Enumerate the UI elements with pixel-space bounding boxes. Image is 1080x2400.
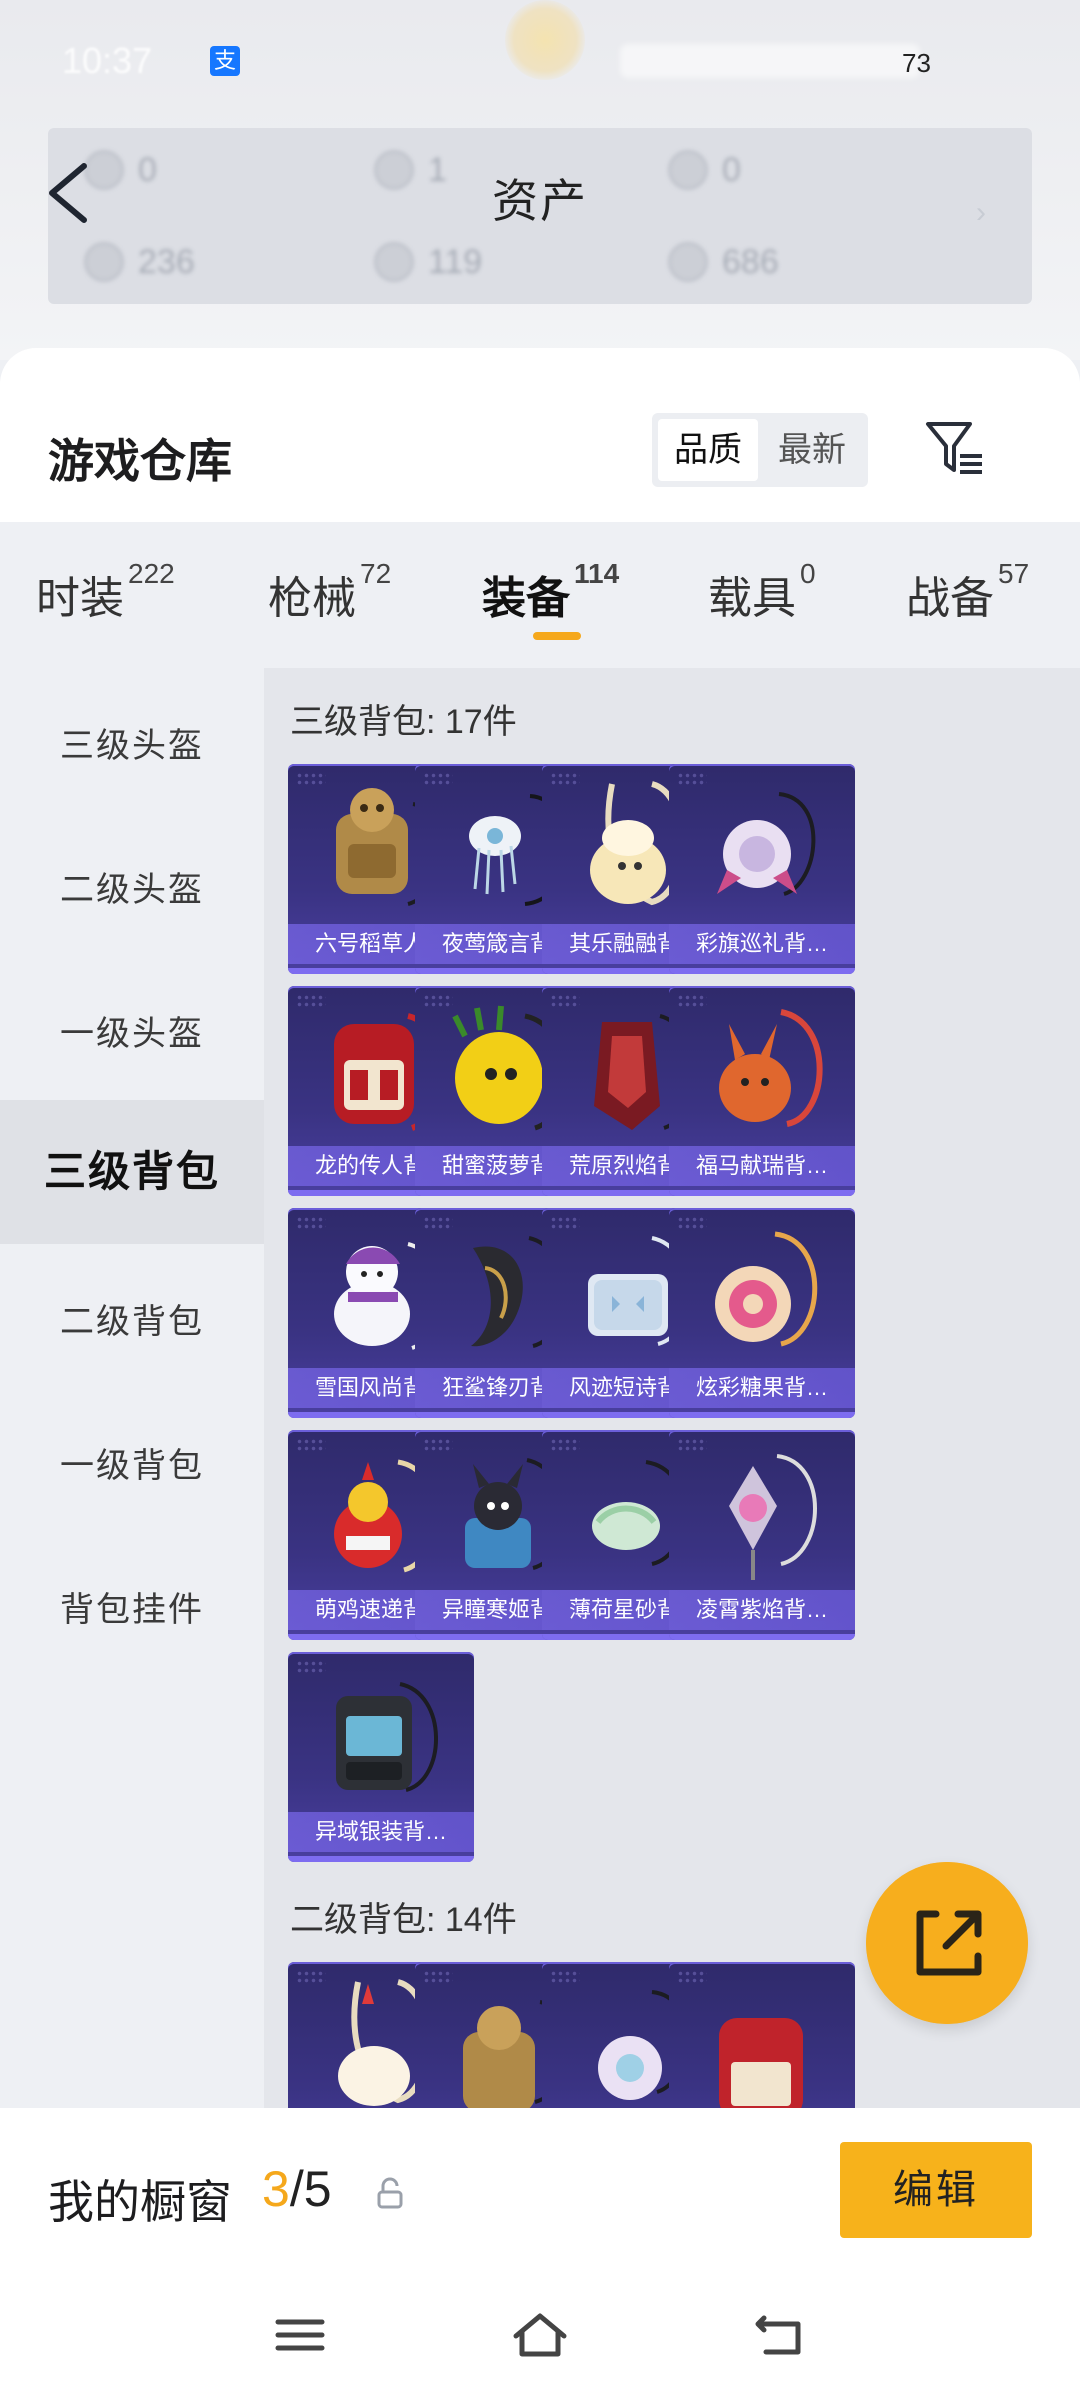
- battery-level: 73: [902, 48, 931, 78]
- item-name: 炫彩糖果背…: [669, 1368, 855, 1408]
- tab-vehicles[interactable]: 载具0: [708, 558, 816, 626]
- item-name: 凌霄紫焰背…: [669, 1590, 855, 1630]
- tab-label: 装备: [482, 574, 570, 623]
- filter-icon[interactable]: [924, 418, 986, 480]
- backpack-icon: [715, 1231, 818, 1347]
- sort-toggle: 品质 最新: [652, 413, 868, 487]
- tab-count: 72: [360, 558, 392, 589]
- asset-item: 686: [668, 242, 779, 282]
- tab-guns[interactable]: 枪械72: [268, 558, 391, 626]
- asset-item: 119: [374, 242, 482, 282]
- sidebar-item-pendant[interactable]: 背包挂件: [0, 1538, 264, 1682]
- status-indicators: [620, 44, 920, 78]
- sidebar-item-helmet-1[interactable]: 一级头盔: [0, 962, 264, 1106]
- asset-item: 236: [84, 242, 195, 282]
- sidebar-item-backpack-3[interactable]: 三级背包: [0, 1100, 264, 1244]
- tab-fashion[interactable]: 时装222: [36, 558, 175, 626]
- sidebar-item-backpack-1[interactable]: 一级背包: [0, 1394, 264, 1538]
- item-card[interactable]: 异域银装背…: [288, 1652, 474, 1862]
- item-card[interactable]: 凌霄紫焰背…: [669, 1430, 855, 1640]
- item-card[interactable]: [669, 1962, 855, 2108]
- asset-value: 119: [428, 242, 483, 281]
- active-tab-indicator: [533, 632, 581, 640]
- sidebar-item-helmet-2[interactable]: 二级头盔: [0, 818, 264, 962]
- item-card[interactable]: 炫彩糖果背…: [669, 1208, 855, 1418]
- lock-icon[interactable]: [376, 2176, 404, 2210]
- currency-icon: [84, 242, 124, 282]
- backpack-icon: [719, 1009, 823, 1127]
- section-label: 三级背包: 17件: [290, 703, 517, 741]
- currency-icon: [374, 242, 414, 282]
- home-icon[interactable]: [510, 2310, 570, 2360]
- tab-count: 222: [128, 558, 175, 589]
- showcase-total: /5: [289, 2161, 332, 2217]
- warehouse-title: 游戏仓库: [48, 435, 232, 487]
- sort-quality-button[interactable]: 品质: [658, 419, 758, 481]
- tab-label: 战备: [906, 574, 994, 623]
- tab-count: 114: [574, 558, 620, 589]
- notification-icon: [505, 0, 585, 80]
- alipay-icon: 支: [210, 46, 240, 76]
- item-name: 异域银装背…: [288, 1812, 474, 1852]
- backpack-icon: [717, 792, 816, 896]
- sidebar-item-helmet-3[interactable]: 三级头盔: [0, 674, 264, 818]
- share-icon[interactable]: [866, 1862, 1028, 2024]
- sidebar: 三级头盔 二级头盔 一级头盔 三级背包 二级背包 一级背包 背包挂件: [0, 668, 264, 2108]
- edit-button[interactable]: 编辑: [840, 2142, 1032, 2238]
- tab-label: 载具: [708, 574, 796, 623]
- showcase-label: 我的橱窗: [48, 2176, 232, 2228]
- tab-equipment[interactable]: 装备114: [482, 558, 619, 626]
- backpack-icon: [729, 1454, 817, 1580]
- tab-gear[interactable]: 战备57: [906, 558, 1029, 626]
- showcase-current: 3: [262, 2161, 290, 2217]
- item-card[interactable]: 彩旗巡礼背…: [669, 764, 855, 974]
- currency-icon: [668, 242, 708, 282]
- asset-value: 686: [722, 242, 779, 281]
- page-title: 资产: [492, 175, 588, 227]
- status-time: 10:37: [62, 40, 153, 81]
- tab-count: 57: [998, 558, 1030, 589]
- chevron-right-icon[interactable]: ›: [976, 196, 986, 230]
- item-name: 福马献瑞背…: [669, 1146, 855, 1186]
- asset-value: 236: [138, 242, 195, 281]
- sidebar-item-backpack-2[interactable]: 二级背包: [0, 1250, 264, 1394]
- tab-count: 0: [800, 558, 816, 589]
- showcase-count: 3/5: [262, 2160, 332, 2218]
- tab-label: 枪械: [268, 574, 356, 623]
- status-bar: 10:37 支 73: [0, 0, 1080, 120]
- menu-icon[interactable]: [270, 2310, 330, 2360]
- item-card[interactable]: 福马献瑞背…: [669, 986, 855, 1196]
- backpack-icon: [719, 2018, 803, 2108]
- tab-label: 时装: [36, 574, 124, 623]
- sort-newest-button[interactable]: 最新: [762, 419, 862, 481]
- backpack-icon: [336, 1682, 438, 1792]
- back-icon[interactable]: [750, 2310, 810, 2360]
- section-label: 二级背包: 14件: [290, 1901, 517, 1939]
- item-name: 彩旗巡礼背…: [669, 924, 855, 964]
